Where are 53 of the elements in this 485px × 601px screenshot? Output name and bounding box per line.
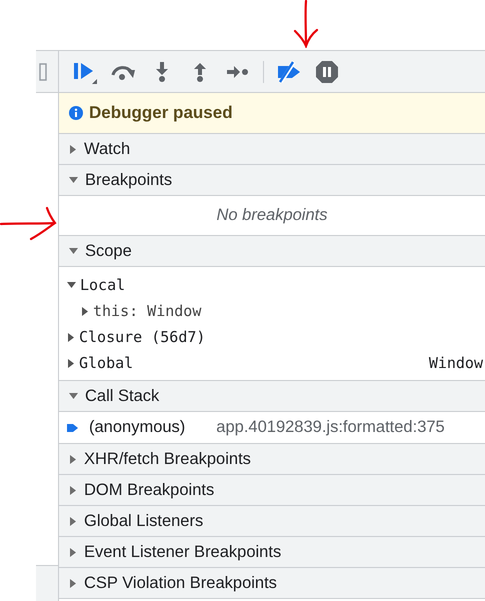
- step-into-icon: [155, 60, 169, 82]
- source-location[interactable]: app.40192839.js:formatted:375: [216, 415, 445, 440]
- expand-triangle-icon[interactable]: [67, 332, 75, 342]
- section-title: Scope: [85, 240, 132, 262]
- expand-triangle-icon[interactable]: [81, 306, 89, 316]
- expand-triangle-icon[interactable]: [69, 516, 77, 526]
- section-header[interactable]: XHR/fetch Breakpoints: [59, 444, 485, 475]
- section-title: CSP Violation Breakpoints: [84, 572, 277, 594]
- section-header[interactable]: CSP Violation Breakpoints: [59, 568, 485, 599]
- section-header[interactable]: Breakpoints: [59, 165, 485, 196]
- scope-value: Window: [428, 352, 483, 374]
- section-header[interactable]: DOM Breakpoints: [59, 475, 485, 506]
- section-title: Global Listeners: [84, 510, 204, 532]
- collapse-triangle-icon[interactable]: [69, 176, 78, 184]
- panel-toggle-icon[interactable]: [39, 62, 47, 80]
- section-title: Breakpoints: [85, 170, 172, 191]
- expand-triangle-icon[interactable]: [69, 486, 77, 494]
- expand-triangle-icon[interactable]: [67, 358, 75, 368]
- section-title: Call Stack: [85, 386, 160, 407]
- scope-name: Closure (56d7): [79, 326, 206, 348]
- section-header[interactable]: Global Listeners: [59, 506, 485, 537]
- collapse-triangle-icon[interactable]: [69, 392, 78, 400]
- current-frame-icon: [67, 422, 78, 434]
- expand-triangle-icon[interactable]: [69, 578, 77, 588]
- section-header[interactable]: Call Stack: [59, 381, 485, 412]
- scope-name: this: Window: [93, 300, 202, 322]
- collapse-triangle-icon[interactable]: [67, 281, 76, 289]
- step-icon: [226, 64, 250, 78]
- function-name: (anonymous): [89, 417, 186, 438]
- empty-message: No breakpoints: [216, 205, 328, 226]
- expand-triangle-icon[interactable]: [69, 548, 77, 556]
- section-header[interactable]: Event Listener Breakpoints: [59, 537, 485, 568]
- collapse-triangle-icon[interactable]: [69, 247, 78, 255]
- paused-message: Debugger paused: [89, 102, 233, 124]
- annotation-arrow: [0, 205, 58, 241]
- pause-icon: [315, 60, 339, 84]
- scope-name: Global: [79, 352, 134, 374]
- section-title: Event Listener Breakpoints: [84, 542, 282, 563]
- scope-item[interactable]: Local: [59, 272, 485, 298]
- section-header[interactable]: Scope: [59, 236, 485, 267]
- step-out-icon: [193, 60, 207, 82]
- section-header[interactable]: Watch: [59, 134, 485, 165]
- scope-item[interactable]: Closure (56d7): [59, 324, 485, 350]
- section-title: DOM Breakpoints: [84, 480, 214, 501]
- expand-triangle-icon[interactable]: [69, 454, 77, 464]
- annotation-arrow: [292, 0, 320, 48]
- scope-name: Local: [80, 274, 126, 296]
- section-title: XHR/fetch Breakpoints: [84, 448, 251, 470]
- scope-item[interactable]: this: Window: [59, 298, 485, 324]
- info-icon: [69, 106, 83, 120]
- expand-triangle-icon[interactable]: [69, 144, 77, 154]
- section-title: Watch: [84, 138, 130, 160]
- scope-item[interactable]: Global Window: [59, 350, 485, 376]
